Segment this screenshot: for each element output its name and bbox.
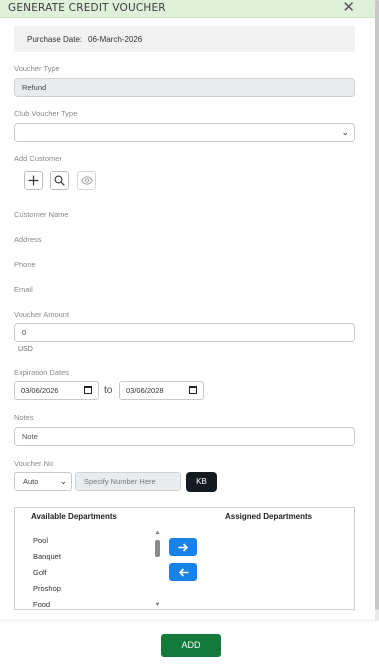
purchase-date-panel: Purchase Date: 06-March-2026 — [14, 26, 355, 52]
search-customer-button[interactable] — [50, 171, 69, 190]
club-voucher-type-select[interactable]: ⌄ — [14, 123, 355, 142]
list-scrollbar[interactable]: ▲ ▼ — [154, 530, 161, 610]
purchase-date-value: 06-March-2026 — [88, 35, 143, 44]
list-item[interactable]: Banquet — [33, 552, 61, 561]
expiration-to-value: 03/06/2028 — [126, 386, 164, 395]
date-range-separator: to — [104, 385, 113, 396]
customer-name-label: Customer Name — [14, 210, 69, 219]
departments-panel: Available Departments Assigned Departmen… — [14, 507, 355, 610]
list-item[interactable]: Proshop — [33, 584, 61, 593]
voucher-number-input[interactable]: Specify Number Here — [75, 472, 181, 491]
currency-unit: USD — [18, 346, 33, 353]
assigned-departments-header: Assigned Departments — [225, 512, 313, 521]
scroll-down-icon[interactable]: ▼ — [154, 602, 161, 608]
address-label: Address — [14, 235, 42, 244]
scroll-up-icon[interactable]: ▲ — [154, 530, 161, 536]
add-customer-button[interactable] — [24, 171, 43, 190]
keyboard-button[interactable]: KB — [186, 472, 217, 492]
notes-input[interactable]: Note — [14, 427, 355, 446]
list-item[interactable]: Pool — [33, 536, 48, 545]
close-icon[interactable]: ✕ — [342, 0, 355, 16]
arrow-left-icon — [178, 567, 188, 577]
eye-icon — [80, 176, 93, 185]
voucher-no-label: Voucher No — [14, 459, 54, 468]
modal-title: GENERATE CREDIT VOUCHER — [8, 2, 166, 14]
voucher-type-label: Voucher Type — [14, 64, 60, 73]
add-button[interactable]: ADD — [161, 634, 221, 657]
scrollbar-thumb[interactable] — [375, 0, 379, 610]
expiration-from-value: 03/06/2026 — [21, 386, 59, 395]
club-voucher-type-label: Club Voucher Type — [14, 109, 78, 118]
available-departments-header: Available Departments — [31, 512, 117, 521]
list-scroll-thumb[interactable] — [155, 540, 160, 557]
expiration-from-input[interactable]: 03/06/2026 — [14, 381, 99, 400]
arrow-right-icon — [178, 542, 188, 552]
modal-footer: ADD — [0, 620, 379, 665]
notes-label: Notes — [14, 413, 34, 422]
modal-header: GENERATE CREDIT VOUCHER ✕ — [0, 0, 379, 18]
chevron-down-icon: ⌄ — [341, 127, 349, 137]
calendar-icon[interactable] — [189, 386, 197, 394]
add-customer-label: Add Customer — [14, 154, 62, 163]
assign-department-button[interactable] — [169, 538, 197, 556]
view-customer-button[interactable] — [77, 171, 96, 190]
purchase-date-label: Purchase Date: — [27, 35, 83, 44]
voucher-type-field: Refund — [14, 78, 355, 97]
list-item[interactable]: Golf — [33, 568, 47, 577]
voucher-amount-label: Voucher Amount — [14, 310, 70, 319]
phone-label: Phone — [14, 260, 36, 269]
calendar-icon[interactable] — [84, 386, 92, 394]
search-icon — [54, 175, 65, 186]
page-scrollbar[interactable] — [375, 0, 379, 620]
voucher-amount-input[interactable]: 0 — [14, 323, 355, 342]
plus-icon — [28, 175, 39, 186]
expiration-to-input[interactable]: 03/06/2028 — [119, 381, 204, 400]
voucher-no-mode-select[interactable]: Auto ⌄ — [14, 472, 72, 491]
expiration-dates-label: Expiration Dates — [14, 368, 70, 377]
list-item[interactable]: Food — [33, 600, 50, 609]
email-label: Email — [14, 285, 33, 294]
chevron-down-icon: ⌄ — [59, 476, 67, 486]
unassign-department-button[interactable] — [169, 563, 197, 581]
assigned-departments-list[interactable] — [215, 530, 350, 608]
voucher-no-mode-value: Auto — [23, 477, 39, 486]
